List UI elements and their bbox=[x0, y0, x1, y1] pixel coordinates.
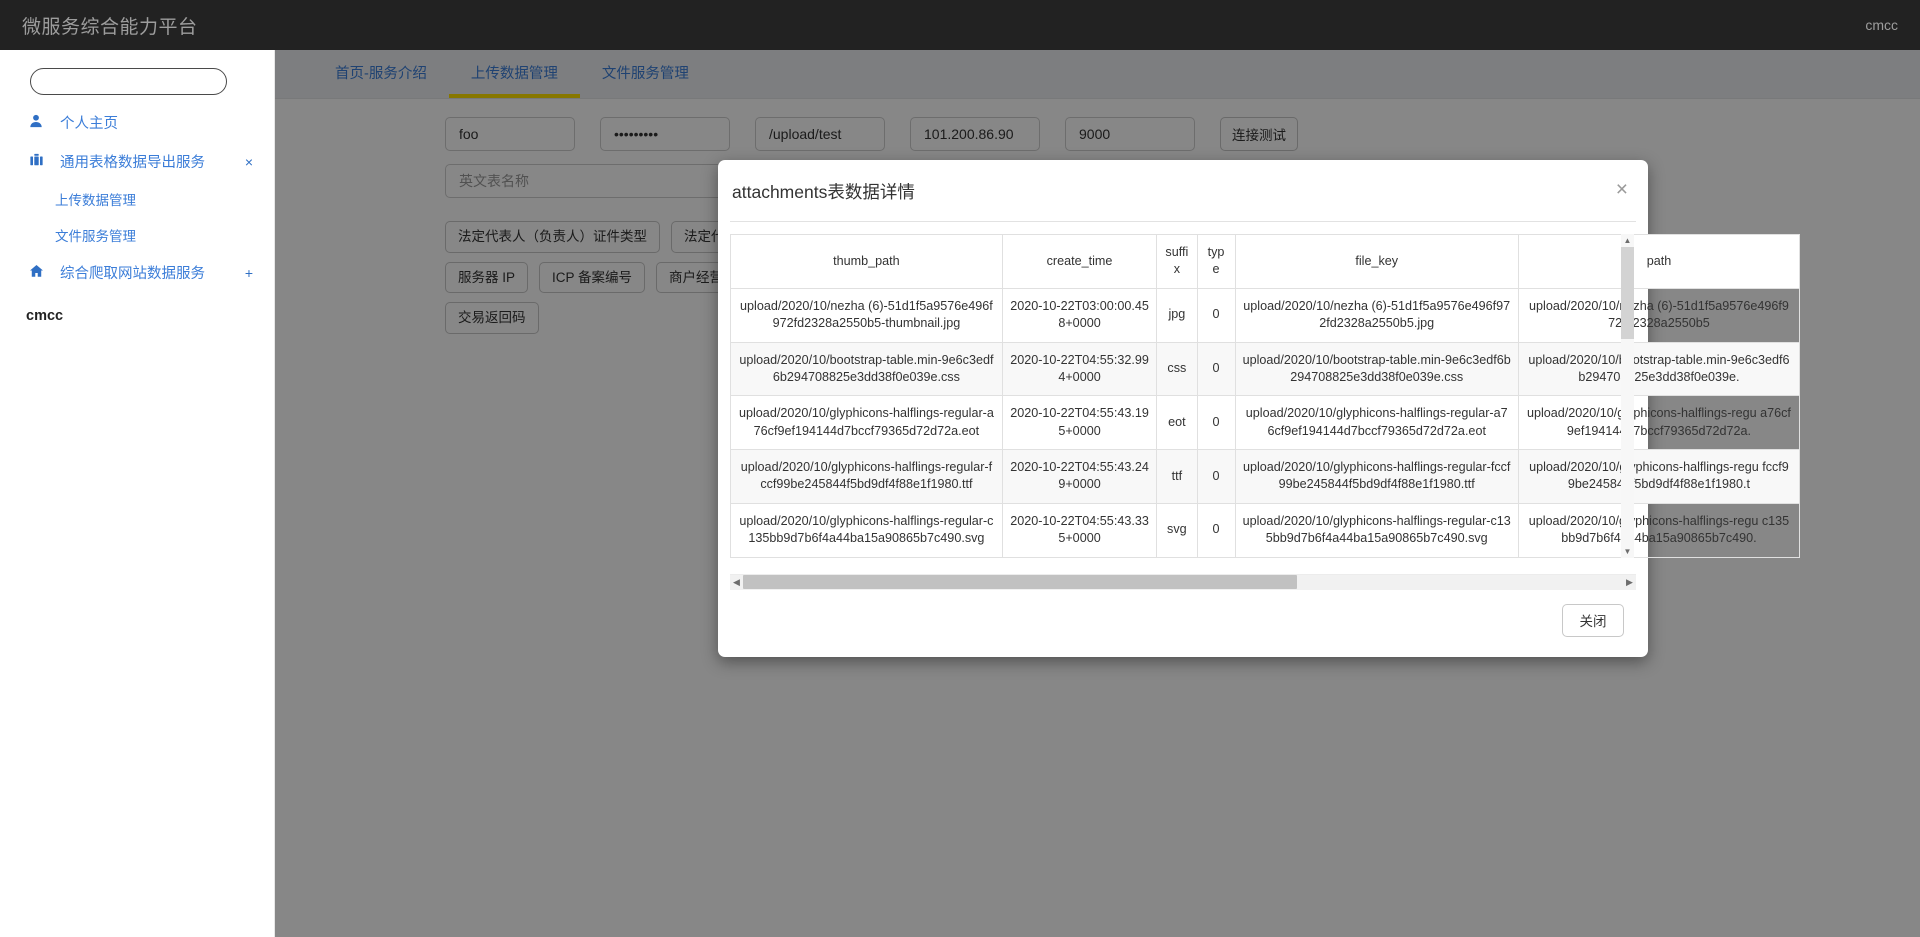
table-row[interactable]: upload/2020/10/nezha (6)-51d1f5a9576e496… bbox=[730, 287, 1801, 343]
cell-path: upload/2020/10/glyphicons-halflings-regu… bbox=[1517, 449, 1801, 504]
table-detail-modal: attachments表数据详情 × thumb_path create_tim… bbox=[718, 160, 1801, 657]
cell-create-time: 2020-10-22T04:55:32.994+0000 bbox=[1001, 341, 1158, 397]
close-button[interactable]: 关闭 bbox=[1562, 603, 1624, 637]
table-row[interactable]: upload/2020/10/bootstrap-table.min-9e6c3… bbox=[730, 341, 1801, 397]
cell-suffix: svg bbox=[1156, 502, 1198, 558]
cell-create-time: 2020-10-22T04:55:43.249+0000 bbox=[1001, 449, 1158, 504]
vertical-scroll-thumb[interactable] bbox=[1621, 247, 1634, 339]
modal-title: attachments表数据详情 bbox=[732, 182, 915, 202]
table-head: thumb_path create_time suffix type file_… bbox=[730, 234, 1801, 289]
sidebar-item-table-export-service[interactable]: 通用表格数据导出服务 × bbox=[0, 142, 274, 181]
cell-path: upload/2020/10/bootstrap-table.min-9e6c3… bbox=[1517, 341, 1801, 397]
search-input[interactable] bbox=[30, 68, 227, 95]
cell-thumb-path: upload/2020/10/nezha (6)-51d1f5a9576e496… bbox=[730, 287, 1003, 343]
sidebar-search-wrap bbox=[0, 68, 274, 103]
scroll-left-icon[interactable]: ◀ bbox=[730, 574, 743, 590]
column-header-type[interactable]: type bbox=[1196, 234, 1236, 289]
vertical-scrollbar[interactable]: ▲ ▼ bbox=[1621, 234, 1634, 558]
column-header-create-time[interactable]: create_time bbox=[1001, 234, 1158, 289]
sidebar-user-label: cmcc bbox=[26, 308, 64, 324]
navbar-user-label[interactable]: cmcc bbox=[1865, 17, 1898, 33]
sidebar-item-label: 综合爬取网站数据服务 bbox=[60, 266, 205, 282]
app-title: 微服务综合能力平台 bbox=[22, 16, 198, 38]
cell-type: 0 bbox=[1196, 449, 1236, 504]
column-header-file-key[interactable]: file_key bbox=[1234, 234, 1519, 289]
table-row[interactable]: upload/2020/10/glyphicons-halflings-regu… bbox=[730, 395, 1801, 450]
cell-type: 0 bbox=[1196, 287, 1236, 343]
main-content: 首页-服务介绍 上传数据管理 文件服务管理 连接测试 表名检索 法定代表人（负责… bbox=[275, 50, 1920, 937]
data-table: thumb_path create_time suffix type file_… bbox=[730, 234, 1801, 558]
cell-suffix: ttf bbox=[1156, 449, 1198, 504]
cell-path: upload/2020/10/nezha (6)-51d1f5a9576e496… bbox=[1517, 287, 1801, 343]
cell-create-time: 2020-10-22T04:55:43.335+0000 bbox=[1001, 502, 1158, 558]
sidebar-item-expand-icon[interactable]: + bbox=[242, 265, 256, 281]
sidebar-item-collapse-icon[interactable]: × bbox=[242, 154, 256, 170]
horizontal-scroll-thumb[interactable] bbox=[743, 575, 1298, 589]
sidebar-subitem-file-service-management[interactable]: 文件服务管理 bbox=[0, 217, 274, 253]
sidebar-menu: 个人主页 通用表格数据导出服务 × 上传数据管理 文件服务管理 综合爬取网站数据… bbox=[0, 103, 274, 292]
table-scroll-region[interactable]: thumb_path create_time suffix type file_… bbox=[730, 221, 1801, 558]
cell-type: 0 bbox=[1196, 341, 1236, 397]
cell-thumb-path: upload/2020/10/glyphicons-halflings-regu… bbox=[730, 395, 1003, 450]
scroll-down-icon[interactable]: ▼ bbox=[1621, 545, 1634, 558]
home-icon bbox=[26, 264, 46, 281]
user-icon bbox=[26, 114, 46, 131]
modal-header: attachments表数据详情 × bbox=[718, 160, 1648, 221]
column-header-suffix[interactable]: suffix bbox=[1156, 234, 1198, 289]
sidebar-item-crawler-service[interactable]: 综合爬取网站数据服务 + bbox=[0, 253, 274, 292]
cell-file-key: upload/2020/10/nezha (6)-51d1f5a9576e496… bbox=[1234, 287, 1519, 343]
modal-footer: 关闭 bbox=[718, 590, 1648, 657]
cell-file-key: upload/2020/10/glyphicons-halflings-regu… bbox=[1234, 395, 1519, 450]
horizontal-scrollbar[interactable]: ◀ ▶ bbox=[730, 573, 1636, 590]
cell-thumb-path: upload/2020/10/glyphicons-halflings-regu… bbox=[730, 449, 1003, 504]
cell-type: 0 bbox=[1196, 502, 1236, 558]
cell-suffix: eot bbox=[1156, 395, 1198, 450]
sidebar: 个人主页 通用表格数据导出服务 × 上传数据管理 文件服务管理 综合爬取网站数据… bbox=[0, 50, 275, 937]
close-icon[interactable]: × bbox=[1616, 179, 1628, 200]
briefcase-icon bbox=[26, 153, 46, 170]
page-body: 个人主页 通用表格数据导出服务 × 上传数据管理 文件服务管理 综合爬取网站数据… bbox=[0, 50, 1920, 937]
table-row[interactable]: upload/2020/10/glyphicons-halflings-regu… bbox=[730, 502, 1801, 558]
cell-thumb-path: upload/2020/10/bootstrap-table.min-9e6c3… bbox=[730, 341, 1003, 397]
horizontal-scroll-track[interactable] bbox=[743, 574, 1623, 590]
cell-file-key: upload/2020/10/bootstrap-table.min-9e6c3… bbox=[1234, 341, 1519, 397]
table-header-row: thumb_path create_time suffix type file_… bbox=[730, 234, 1801, 289]
cell-suffix: css bbox=[1156, 341, 1198, 397]
cell-create-time: 2020-10-22T04:55:43.195+0000 bbox=[1001, 395, 1158, 450]
table-body: upload/2020/10/nezha (6)-51d1f5a9576e496… bbox=[730, 287, 1801, 558]
cell-suffix: jpg bbox=[1156, 287, 1198, 343]
cell-create-time: 2020-10-22T03:00:00.458+0000 bbox=[1001, 287, 1158, 343]
top-navbar: 微服务综合能力平台 cmcc bbox=[0, 0, 1920, 50]
cell-file-key: upload/2020/10/glyphicons-halflings-regu… bbox=[1234, 449, 1519, 504]
table-row[interactable]: upload/2020/10/glyphicons-halflings-regu… bbox=[730, 449, 1801, 504]
scroll-right-icon[interactable]: ▶ bbox=[1623, 574, 1636, 590]
scroll-up-icon[interactable]: ▲ bbox=[1621, 234, 1634, 247]
modal-body: thumb_path create_time suffix type file_… bbox=[718, 221, 1801, 590]
sidebar-item-label: 个人主页 bbox=[60, 116, 118, 132]
sidebar-item-label: 通用表格数据导出服务 bbox=[60, 155, 205, 171]
cell-thumb-path: upload/2020/10/glyphicons-halflings-regu… bbox=[730, 502, 1003, 558]
column-header-thumb-path[interactable]: thumb_path bbox=[730, 234, 1003, 289]
cell-path: upload/2020/10/glyphicons-halflings-regu… bbox=[1517, 502, 1801, 558]
sidebar-subitem-upload-data-management[interactable]: 上传数据管理 bbox=[0, 181, 274, 217]
cell-type: 0 bbox=[1196, 395, 1236, 450]
sidebar-item-personal-home[interactable]: 个人主页 bbox=[0, 103, 274, 142]
cell-path: upload/2020/10/glyphicons-halflings-regu… bbox=[1517, 395, 1801, 450]
column-header-path[interactable]: path bbox=[1517, 234, 1801, 289]
cell-file-key: upload/2020/10/glyphicons-halflings-regu… bbox=[1234, 502, 1519, 558]
